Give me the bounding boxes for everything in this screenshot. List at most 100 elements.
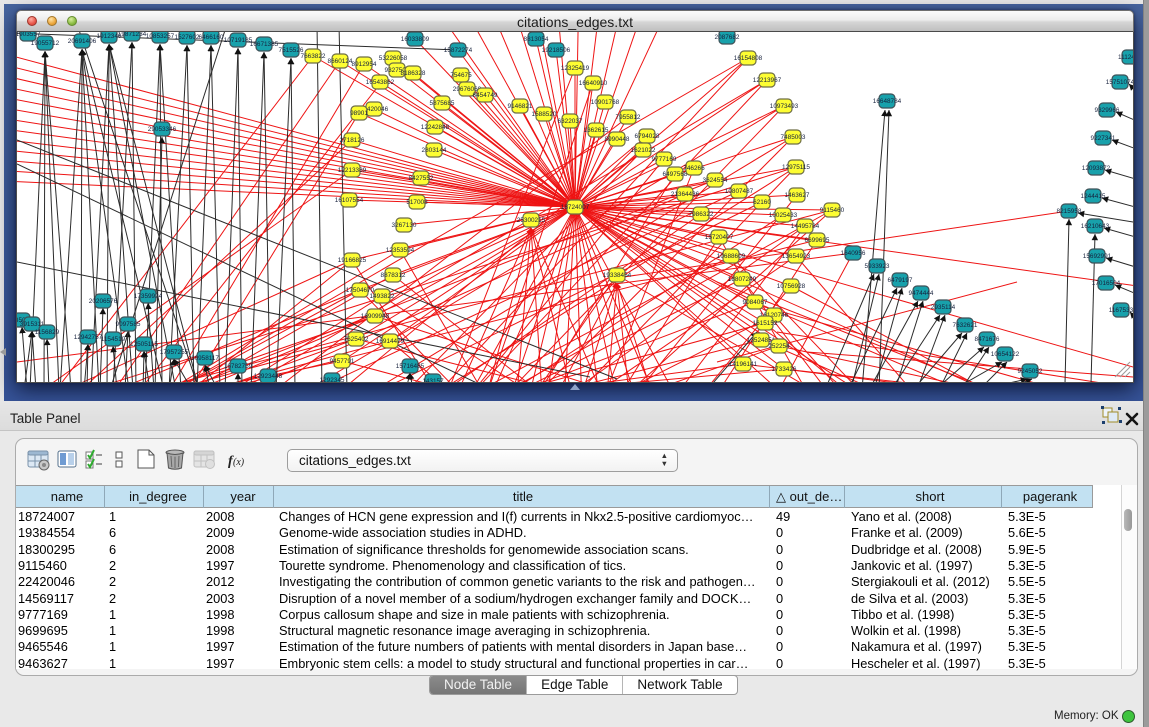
svg-text:8471676: 8471676 bbox=[975, 336, 1000, 343]
svg-text:10973493: 10973493 bbox=[770, 103, 799, 110]
svg-text:16543862: 16543862 bbox=[366, 79, 395, 86]
svg-text:12213967: 12213967 bbox=[753, 77, 782, 84]
svg-text:1640956: 1640956 bbox=[841, 250, 866, 257]
svg-text:12505115: 12505115 bbox=[130, 341, 158, 348]
svg-text:16671385: 16671385 bbox=[250, 41, 279, 48]
svg-text:13654923: 13654923 bbox=[782, 253, 811, 260]
svg-text:10901768: 10901768 bbox=[591, 99, 620, 106]
svg-text:8454749: 8454749 bbox=[473, 92, 498, 99]
svg-text:10025433: 10025433 bbox=[769, 212, 798, 219]
svg-text:9227341: 9227341 bbox=[1091, 135, 1116, 142]
svg-text:1621022: 1621022 bbox=[631, 147, 656, 154]
svg-text:9329966: 9329966 bbox=[1095, 107, 1120, 114]
svg-text:7485003: 7485003 bbox=[781, 134, 806, 141]
svg-text:2718126: 2718126 bbox=[340, 137, 365, 144]
svg-text:12942757: 12942757 bbox=[74, 334, 103, 341]
svg-text:12093872: 12093872 bbox=[1082, 165, 1111, 172]
svg-text:9474444: 9474444 bbox=[909, 290, 934, 297]
svg-text:1615152: 1615152 bbox=[753, 320, 778, 327]
svg-text:9115460: 9115460 bbox=[820, 207, 845, 214]
svg-text:9245052: 9245052 bbox=[1018, 368, 1043, 375]
svg-text:15716485: 15716485 bbox=[396, 363, 425, 370]
svg-text:517008: 517008 bbox=[406, 199, 428, 206]
svg-text:53226058: 53226058 bbox=[379, 55, 408, 62]
svg-text:12213389: 12213389 bbox=[338, 167, 367, 174]
svg-text:1112461: 1112461 bbox=[1118, 54, 1133, 61]
svg-text:20206576: 20206576 bbox=[89, 298, 118, 305]
svg-text:19166825: 19166825 bbox=[338, 257, 367, 264]
svg-text:16154808: 16154808 bbox=[734, 55, 763, 62]
svg-text:143157: 143157 bbox=[422, 378, 444, 382]
svg-text:10756928: 10756928 bbox=[777, 283, 806, 290]
svg-text:15692991: 15692991 bbox=[1083, 253, 1112, 260]
svg-text:1154519: 1154519 bbox=[101, 336, 126, 343]
svg-text:10958117: 10958117 bbox=[191, 355, 219, 362]
svg-text:7955812: 7955812 bbox=[616, 114, 641, 121]
svg-text:98901: 98901 bbox=[350, 110, 368, 117]
svg-text:10688609: 10688609 bbox=[717, 253, 746, 260]
svg-text:62160: 62160 bbox=[753, 199, 771, 206]
svg-text:17016504: 17016504 bbox=[1092, 280, 1121, 287]
svg-text:8813054: 8813054 bbox=[524, 36, 549, 43]
svg-text:8990448: 8990448 bbox=[605, 136, 630, 143]
svg-text:1733426: 1733426 bbox=[772, 366, 797, 373]
svg-text:14495784: 14495784 bbox=[791, 223, 820, 230]
svg-text:1463627: 1463627 bbox=[785, 192, 810, 199]
svg-text:18807249: 18807249 bbox=[728, 276, 757, 283]
svg-text:3267130: 3267130 bbox=[392, 222, 417, 229]
svg-text:29053346: 29053346 bbox=[148, 126, 177, 133]
svg-text:17957255: 17957255 bbox=[160, 349, 189, 356]
svg-text:25300215: 25300215 bbox=[517, 217, 546, 224]
svg-text:21364436: 21364436 bbox=[671, 191, 700, 198]
svg-text:6479197: 6479197 bbox=[888, 277, 913, 284]
svg-text:1493822: 1493822 bbox=[370, 293, 395, 300]
svg-text:15751074: 15751074 bbox=[1106, 79, 1133, 86]
svg-text:14196141: 14196141 bbox=[729, 361, 758, 368]
svg-text:6699695: 6699695 bbox=[805, 237, 830, 244]
svg-text:9777169: 9777169 bbox=[652, 156, 677, 163]
svg-text:252254: 252254 bbox=[768, 343, 790, 350]
svg-text:18724007: 18724007 bbox=[561, 204, 590, 211]
svg-text:2087682: 2087682 bbox=[715, 34, 740, 41]
svg-text:17359924: 17359924 bbox=[134, 293, 163, 300]
svg-text:12975115: 12975115 bbox=[782, 164, 810, 171]
svg-text:1588520: 1588520 bbox=[532, 111, 557, 118]
svg-text:5875685: 5875685 bbox=[430, 100, 455, 107]
svg-text:10853257: 10853257 bbox=[146, 33, 175, 40]
svg-text:1167533: 1167533 bbox=[1109, 307, 1133, 314]
svg-text:8660124: 8660124 bbox=[328, 58, 353, 65]
svg-text:12923448: 12923448 bbox=[254, 373, 283, 380]
svg-text:9146821: 9146821 bbox=[508, 103, 533, 110]
svg-text:1244415: 1244415 bbox=[1081, 193, 1106, 200]
svg-text:6466160: 6466160 bbox=[199, 34, 224, 41]
svg-text:10654122: 10654122 bbox=[991, 351, 1020, 358]
svg-text:19338454: 19338454 bbox=[603, 272, 632, 279]
svg-text:15720407: 15720407 bbox=[705, 234, 734, 241]
svg-text:8215958: 8215958 bbox=[1057, 208, 1082, 215]
svg-text:20691406: 20691406 bbox=[68, 38, 97, 45]
svg-text:19871234: 19871234 bbox=[118, 32, 147, 38]
svg-text:8186328: 8186328 bbox=[401, 70, 426, 77]
svg-text:6794028: 6794028 bbox=[635, 133, 660, 140]
svg-text:16909948: 16909948 bbox=[361, 313, 390, 320]
svg-text:1156829: 1156829 bbox=[35, 329, 60, 336]
svg-text:15872274: 15872274 bbox=[444, 47, 473, 54]
svg-text:9457791: 9457791 bbox=[330, 358, 355, 365]
svg-text:746266: 746266 bbox=[683, 165, 705, 172]
svg-text:16107554: 16107554 bbox=[335, 197, 364, 204]
svg-text:12353594: 12353594 bbox=[386, 247, 415, 254]
svg-text:6497568: 6497568 bbox=[663, 171, 688, 178]
svg-text:6322037: 6322037 bbox=[558, 118, 583, 125]
svg-text:19218506: 19218506 bbox=[542, 47, 571, 54]
svg-text:12325419: 12325419 bbox=[561, 65, 590, 72]
svg-text:10807487: 10807487 bbox=[725, 188, 754, 195]
svg-text:5933923: 5933923 bbox=[865, 263, 890, 270]
svg-text:16640910: 16640910 bbox=[579, 80, 608, 87]
svg-text:8878312: 8878312 bbox=[381, 272, 406, 279]
svg-text:16914479: 16914479 bbox=[376, 338, 405, 345]
svg-text:2935114: 2935114 bbox=[931, 304, 956, 311]
svg-text:1362615: 1362615 bbox=[584, 127, 609, 134]
svg-text:16648784: 16648784 bbox=[873, 98, 902, 105]
svg-text:17504670: 17504670 bbox=[346, 287, 375, 294]
svg-text:7625402: 7625402 bbox=[344, 336, 369, 343]
